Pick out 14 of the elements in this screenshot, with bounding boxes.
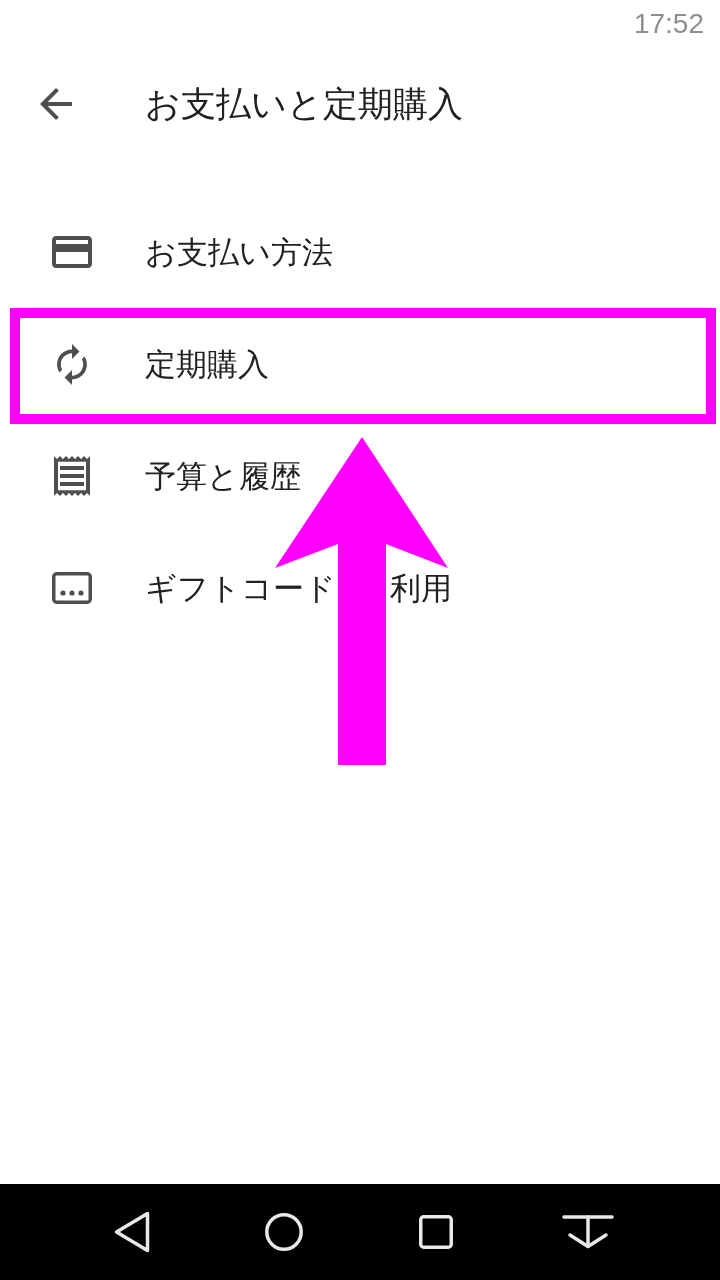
menu-item[interactable]: ギフトコード 利用 <box>0 532 720 644</box>
dots-card-icon <box>52 572 92 604</box>
menu-item[interactable]: 定期購入 <box>0 308 720 420</box>
sync-icon <box>57 343 87 385</box>
menu-item[interactable]: お支払い方法 <box>0 196 720 308</box>
nav-home-icon[interactable] <box>265 1213 303 1251</box>
menu-item[interactable]: 予算と履歴 <box>0 420 720 532</box>
back-arrow-icon[interactable] <box>40 88 72 120</box>
status-time: 17:52 <box>633 10 704 38</box>
nav-recents-icon[interactable] <box>419 1215 453 1249</box>
nav-back-icon[interactable] <box>114 1211 150 1253</box>
receipt-icon <box>54 456 90 496</box>
credit-card-icon <box>52 236 92 268</box>
screen-title: お支払いと定期購入 <box>145 83 463 125</box>
